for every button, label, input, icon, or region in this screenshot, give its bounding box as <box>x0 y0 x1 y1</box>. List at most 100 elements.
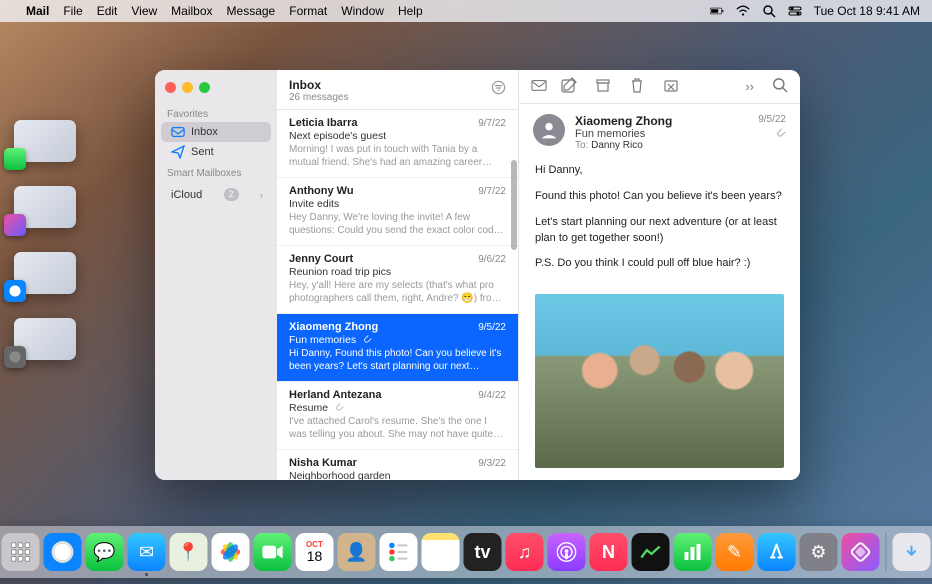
sidebar-section-favorites: Favorites <box>155 103 277 122</box>
avatar <box>533 114 565 146</box>
stage-thumb-messages[interactable] <box>14 120 76 162</box>
sidebar-section-smart: Smart Mailboxes <box>155 162 277 181</box>
message-date: 9/4/22 <box>478 390 506 401</box>
dock-appstore[interactable] <box>758 533 796 571</box>
archive-button[interactable] <box>595 77 611 96</box>
message-list[interactable]: Leticia Ibarra 9/7/22Next episode's guest… <box>277 110 518 480</box>
dock-podcasts[interactable] <box>548 533 586 571</box>
message-subject: Invite edits <box>289 198 506 210</box>
attachment-icon <box>331 402 344 414</box>
message-date: 9/3/22 <box>478 458 506 469</box>
email-image-attachment[interactable] <box>535 294 784 468</box>
menu-app[interactable]: Mail <box>26 4 49 18</box>
message-subject: Neighborhood garden <box>289 470 506 480</box>
reader-sender: Xiaomeng Zhong <box>575 114 748 128</box>
dock-reminders[interactable] <box>380 533 418 571</box>
message-row[interactable]: Anthony Wu9/7/22Invite editsHey Danny, W… <box>277 178 518 246</box>
menu-format[interactable]: Format <box>289 4 327 18</box>
dock-numbers[interactable] <box>674 533 712 571</box>
message-row[interactable]: Leticia Ibarra 9/7/22Next episode's guest… <box>277 110 518 178</box>
zoom-button[interactable] <box>199 82 210 93</box>
dock-music[interactable]: ♫ <box>506 533 544 571</box>
stage-thumb-safari[interactable] <box>14 252 76 294</box>
message-preview: Morning! I was put in touch with Tania b… <box>289 143 506 169</box>
message-list-pane: Inbox 26 messages Leticia Ibarra9/7/22Ne… <box>277 70 519 480</box>
dock-news[interactable]: N <box>590 533 628 571</box>
dock-photos[interactable] <box>212 533 250 571</box>
dock-settings[interactable]: ⚙︎ <box>800 533 838 571</box>
inbox-icon <box>171 125 185 139</box>
attachment-icon <box>359 334 372 346</box>
dock-stocks[interactable] <box>632 533 670 571</box>
battery-icon[interactable] <box>710 4 724 18</box>
reader-toolbar: ›› <box>519 70 800 104</box>
dock-facetime[interactable] <box>254 533 292 571</box>
menu-mailbox[interactable]: Mailbox <box>171 4 212 18</box>
message-sender: Jenny Court <box>289 253 353 265</box>
menu-window[interactable]: Window <box>341 4 384 18</box>
dock-downloads[interactable] <box>893 533 931 571</box>
message-sender: Leticia Ibarra <box>289 117 357 129</box>
sidebar-item-label: Inbox <box>191 126 218 138</box>
message-sender: Nisha Kumar <box>289 457 357 469</box>
menu-file[interactable]: File <box>63 4 82 18</box>
dock-tv[interactable]: tv <box>464 533 502 571</box>
reply-button[interactable] <box>531 77 547 96</box>
stage-manager-strip <box>8 120 82 360</box>
message-date: 9/7/22 <box>478 118 506 129</box>
close-button[interactable] <box>165 82 176 93</box>
dock-calendar[interactable]: OCT 18 <box>296 533 334 571</box>
message-row[interactable]: Xiaomeng Zhong9/5/22Fun memories Hi Dann… <box>277 314 518 382</box>
junk-button[interactable] <box>663 77 679 96</box>
sent-icon <box>171 145 185 159</box>
mail-sidebar: Favorites Inbox Sent Smart Mailboxes iCl… <box>155 70 277 480</box>
more-toolbar-button[interactable]: ›› <box>745 79 754 94</box>
menubar-clock[interactable]: Tue Oct 18 9:41 AM <box>814 4 920 18</box>
message-sender: Anthony Wu <box>289 185 354 197</box>
delete-button[interactable] <box>629 77 645 96</box>
dock-messages[interactable]: 💬 <box>86 533 124 571</box>
compose-button[interactable] <box>561 77 577 96</box>
dock-contacts[interactable]: 👤 <box>338 533 376 571</box>
menu-edit[interactable]: Edit <box>97 4 118 18</box>
menu-help[interactable]: Help <box>398 4 423 18</box>
message-row[interactable]: Jenny Court9/6/22Reunion road trip picsH… <box>277 246 518 314</box>
wifi-icon[interactable] <box>736 4 750 18</box>
chevron-right-icon: › <box>260 190 263 200</box>
dock-divider <box>886 533 887 571</box>
stage-thumb-shortcuts[interactable] <box>14 186 76 228</box>
message-preview: Hey Danny, We're loving the invite! A fe… <box>289 211 506 237</box>
dock-mail[interactable]: ✉︎ <box>128 533 166 571</box>
sidebar-item-icloud[interactable]: iCloud 2 › <box>161 185 271 204</box>
filter-button[interactable] <box>491 80 506 98</box>
message-preview: I've attached Carol's resume. She's the … <box>289 415 506 441</box>
message-row[interactable]: Nisha Kumar9/3/22Neighborhood gardenWe'r… <box>277 450 518 480</box>
dock-maps[interactable]: 📍 <box>170 533 208 571</box>
dock-shortcuts[interactable] <box>842 533 880 571</box>
menubar: Mail File Edit View Mailbox Message Form… <box>0 0 932 22</box>
dock-notes[interactable] <box>422 533 460 571</box>
scrollbar[interactable] <box>511 160 517 250</box>
message-subject: Fun memories <box>289 334 506 346</box>
spotlight-icon[interactable] <box>762 4 776 18</box>
dock-pages[interactable]: ✎ <box>716 533 754 571</box>
minimize-button[interactable] <box>182 82 193 93</box>
sidebar-item-inbox[interactable]: Inbox <box>161 122 271 142</box>
message-row[interactable]: Herland Antezana9/4/22Resume I've attach… <box>277 382 518 450</box>
message-sender: Herland Antezana <box>289 389 382 401</box>
message-date: 9/5/22 <box>478 322 506 333</box>
sidebar-item-sent[interactable]: Sent <box>161 142 271 162</box>
menu-view[interactable]: View <box>131 4 157 18</box>
control-center-icon[interactable] <box>788 4 802 18</box>
dock-safari[interactable] <box>44 533 82 571</box>
message-subject: Next episode's guest <box>289 130 506 142</box>
menu-message[interactable]: Message <box>227 4 276 18</box>
reader-date: 9/5/22 <box>758 114 786 125</box>
mail-window: Favorites Inbox Sent Smart Mailboxes iCl… <box>155 70 800 480</box>
sidebar-item-label: iCloud <box>171 189 202 201</box>
message-preview: Hi Danny, Found this photo! Can you beli… <box>289 347 506 373</box>
dock: 💬 ✉︎ 📍 OCT 18 👤 tv ♫ N ✎ ⚙︎ <box>0 526 932 578</box>
stage-thumb-settings[interactable] <box>14 318 76 360</box>
dock-launchpad[interactable] <box>2 533 40 571</box>
search-button[interactable] <box>772 77 788 96</box>
